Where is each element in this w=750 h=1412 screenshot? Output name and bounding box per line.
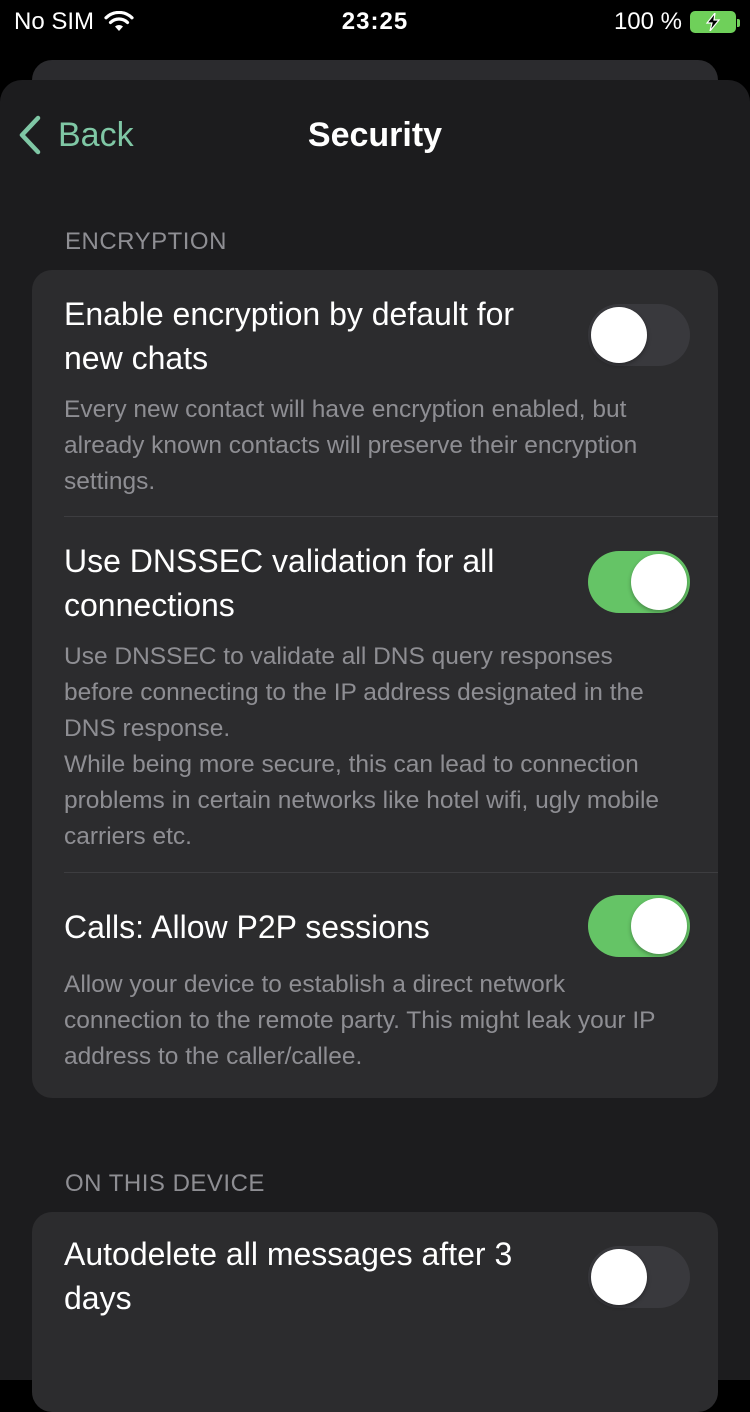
row-description: Use DNSSEC to validate all DNS query res… bbox=[64, 643, 660, 850]
encryption-group: Enable encryption by default for new cha… bbox=[32, 270, 718, 1098]
row-description: Every new contact will have encryption e… bbox=[64, 396, 638, 495]
default-encryption-toggle[interactable] bbox=[588, 304, 690, 366]
row-default-encryption: Enable encryption by default for new cha… bbox=[32, 270, 718, 517]
status-bar: No SIM 23:25 100 % bbox=[0, 0, 750, 44]
battery-percent: 100 % bbox=[613, 8, 682, 35]
status-right: 100 % bbox=[613, 8, 740, 36]
battery-charging-icon bbox=[690, 11, 740, 33]
row-autodelete: Autodelete all messages after 3 days bbox=[32, 1212, 718, 1412]
section-header-device: ON THIS DEVICE bbox=[65, 1170, 265, 1197]
device-group: Autodelete all messages after 3 days bbox=[32, 1212, 718, 1412]
row-dnssec: Use DNSSEC validation for all connection… bbox=[32, 517, 718, 873]
dnssec-toggle[interactable] bbox=[588, 551, 690, 613]
toggle-knob bbox=[631, 554, 687, 610]
toggle-knob bbox=[591, 1249, 647, 1305]
toggle-knob bbox=[631, 898, 687, 954]
navigation-bar: Back Security bbox=[0, 80, 750, 192]
p2p-calls-toggle[interactable] bbox=[588, 895, 690, 957]
security-sheet: Back Security ENCRYPTION Enable encrypti… bbox=[0, 80, 750, 1412]
autodelete-toggle[interactable] bbox=[588, 1246, 690, 1308]
row-p2p-calls: Calls: Allow P2P sessions Allow your dev… bbox=[32, 873, 718, 1098]
row-description: Allow your device to establish a direct … bbox=[64, 971, 656, 1070]
page-title: Security bbox=[307, 116, 443, 154]
toggle-knob bbox=[591, 307, 647, 363]
section-header-encryption: ENCRYPTION bbox=[65, 228, 227, 255]
